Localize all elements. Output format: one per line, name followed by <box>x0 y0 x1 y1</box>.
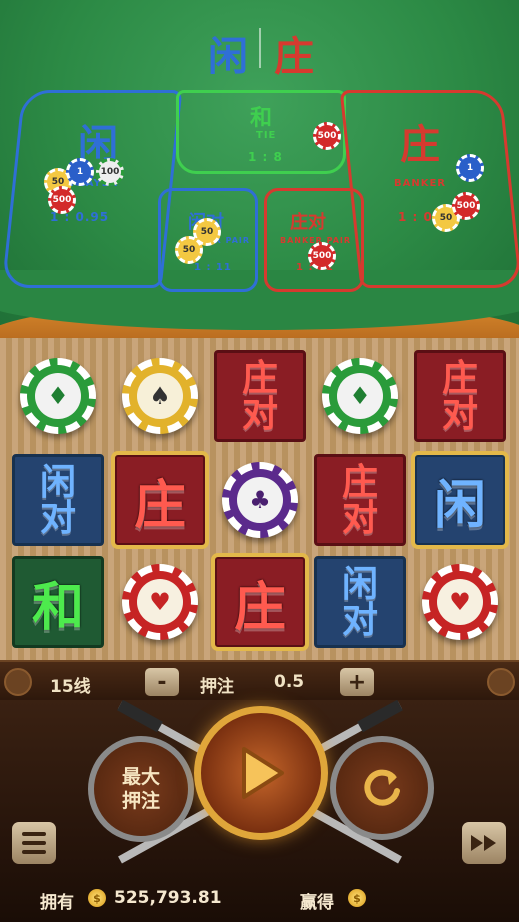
menu-icon <box>22 832 46 836</box>
symbol-char: 庄 <box>441 357 478 399</box>
chip-symbol-green: ♦ <box>20 358 96 434</box>
symbol-banker: 庄 <box>211 553 309 651</box>
symbol-banker-pair: 庄对 <box>314 454 406 546</box>
spin-button[interactable] <box>194 706 328 840</box>
diamond-icon: ♦ <box>35 373 81 419</box>
symbol-char: 庄 <box>241 357 278 399</box>
wheel-ornament-icon <box>4 668 32 696</box>
reel-cell: ♥ <box>110 552 210 652</box>
chip-symbol-red: ♥ <box>122 564 198 640</box>
bet-value: 0.5 <box>274 672 305 692</box>
bet-decrease-button[interactable]: - <box>145 668 179 696</box>
reel-cell: 闲对 <box>8 450 108 550</box>
turbo-button[interactable] <box>462 822 506 864</box>
reel-cell: 庄对 <box>410 346 510 446</box>
reel-cell: 庄对 <box>310 450 410 550</box>
refresh-icon <box>364 769 400 806</box>
chip-symbol-purple: ♣ <box>222 462 298 538</box>
bet-control-bar: 15线 - 押注 0.5 + <box>0 660 519 720</box>
control-panel: 最大 押注 拥有 $ 525,793.81 赢得 $ <box>0 700 519 922</box>
auto-spin-button[interactable] <box>330 736 434 840</box>
chip-symbol-yellow: ♠ <box>122 358 198 434</box>
spade-icon: ♠ <box>137 373 183 419</box>
header-banker-label: 庄 <box>274 33 314 80</box>
chip: 1 <box>66 158 94 186</box>
banker-zone-label: 庄 <box>400 121 440 168</box>
header-player-label: 闲 <box>208 33 248 80</box>
max-bet-button[interactable]: 最大 押注 <box>88 736 194 842</box>
max-bet-label: 最大 押注 <box>122 765 160 813</box>
heart-icon: ♥ <box>137 579 183 625</box>
chip: 500 <box>48 186 76 214</box>
reel-cell: 闲对 <box>310 552 410 652</box>
chip: 100 <box>96 158 124 186</box>
chip: 500 <box>452 192 480 220</box>
chip: 500 <box>313 122 341 150</box>
chip: 500 <box>308 242 336 270</box>
menu-button[interactable] <box>12 822 56 864</box>
coin-icon: $ <box>88 889 106 907</box>
reel-cell: ♥ <box>410 552 510 652</box>
symbol-char: 庄 <box>341 461 378 503</box>
win-label: 赢得 <box>300 893 334 913</box>
coin-icon: $ <box>348 889 366 907</box>
symbol-char: 对 <box>441 393 478 435</box>
menu-icon-bar <box>22 850 46 854</box>
symbol-player-pair: 闲对 <box>314 556 406 648</box>
fast-forward-icon <box>471 835 496 851</box>
header-divider <box>259 28 261 68</box>
max-bet-label-line2: 押注 <box>121 790 160 812</box>
symbol-char: 对 <box>341 599 378 641</box>
reel-cell: ♦ <box>8 346 108 446</box>
tie-zone-odds: 1 : 8 <box>248 150 283 164</box>
symbol-player-pair: 闲对 <box>12 454 104 546</box>
symbol-char: 对 <box>341 497 378 539</box>
menu-icon-bar <box>22 841 46 845</box>
chip-symbol-red: ♥ <box>422 564 498 640</box>
lines-label: 15线 <box>50 677 91 697</box>
reel-cell: 闲 <box>410 450 510 550</box>
chip: 50 <box>175 236 203 264</box>
slot-reels: ♦ ♠ 庄对 ♦ 庄对 闲对 庄 ♣ 庄对 闲 和 ♥ 庄 闲 对 ♥ <box>0 338 519 660</box>
symbol-char: 对 <box>39 497 76 539</box>
bet-increase-button[interactable]: + <box>340 668 374 696</box>
symbol-banker-pair: 庄对 <box>214 350 306 442</box>
reel-cell: ♠ <box>110 346 210 446</box>
heart-icon: ♥ <box>437 579 483 625</box>
reel-cell: 庄对 <box>210 346 310 446</box>
reel-cell: ♣ <box>210 450 310 550</box>
baccarat-table: 闲 庄 闲 PLAYER 1 : 0.95 50 1 100 500 和 TIE… <box>0 0 519 338</box>
symbol-banker: 庄 <box>111 451 209 549</box>
reel-cell: 庄 <box>110 450 210 550</box>
banker-pair-label: 庄对 <box>290 212 326 233</box>
max-bet-label-line1: 最大 <box>121 766 160 788</box>
reel-cell: 和 <box>8 552 108 652</box>
balance-value: 525,793.81 <box>114 888 222 908</box>
reel-cell: ♦ <box>310 346 410 446</box>
wheel-ornament-icon <box>487 668 515 696</box>
tie-zone-label: 和 <box>250 105 273 131</box>
symbol-char: 对 <box>241 393 278 435</box>
chip: 1 <box>456 154 484 182</box>
symbol-banker-pair: 庄对 <box>414 350 506 442</box>
reel-cell: 庄 <box>210 552 310 652</box>
balance-label: 拥有 <box>40 893 74 913</box>
symbol-player: 闲 <box>411 451 509 549</box>
club-icon: ♣ <box>237 477 283 523</box>
symbol-char: 闲 <box>39 461 76 503</box>
symbol-char: 闲 <box>341 563 378 605</box>
diamond-icon: ♦ <box>337 373 383 419</box>
tie-zone-sub: TIE <box>256 130 277 141</box>
player-pair-odds: 1 : 11 <box>194 262 232 273</box>
symbol-tie: 和 <box>12 556 104 648</box>
play-icon <box>242 747 284 799</box>
banker-zone-sub: BANKER <box>394 178 447 189</box>
chip-symbol-green: ♦ <box>322 358 398 434</box>
bet-label: 押注 <box>200 677 234 697</box>
